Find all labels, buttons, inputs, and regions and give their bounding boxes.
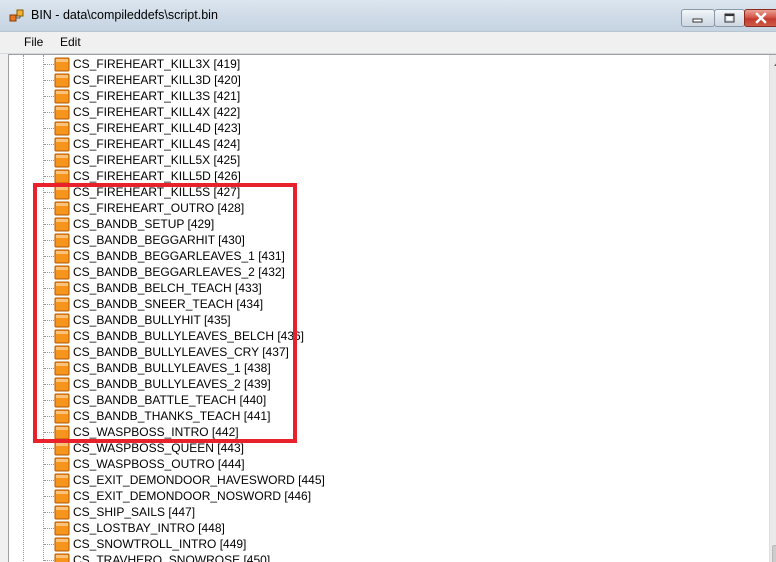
tree-node-icon [54,473,70,488]
tree-connector [44,448,54,449]
tree-item-label: CS_SHIP_SAILS [447] [73,505,196,519]
app-window: BIN - data\compileddefs\script.bin File … [0,0,776,562]
tree-guide-line [23,55,24,562]
tree-node-icon [54,137,70,152]
tree-node-icon [54,121,70,136]
tree-node-icon [54,457,70,472]
close-icon [755,12,767,24]
tree-item-label: CS_EXIT_DEMONDOOR_NOSWORD [446] [73,489,312,503]
tree-node-icon [54,169,70,184]
tree-node-icon [54,105,70,120]
highlight-rectangle [33,183,297,443]
tree-connector [44,144,54,145]
scrollbar-thumb[interactable] [772,545,776,562]
tree-item-label: CS_WASPBOSS_OUTRO [444] [73,457,245,471]
tree-connector [44,64,54,65]
tree-item-label: CS_FIREHEART_KILL3X [419] [73,57,241,71]
tree-item-label: CS_TRAVHERO_SNOWROSE [450] [73,553,271,562]
title-bar[interactable]: BIN - data\compileddefs\script.bin [0,0,776,32]
tree-item-label: CS_SNOWTROLL_INTRO [449] [73,537,247,551]
tree-item-label: CS_FIREHEART_KILL3D [420] [73,73,241,87]
tree-node-icon [54,89,70,104]
tree-item-label: CS_FIREHEART_KILL5D [426] [73,169,241,183]
menu-bar: File Edit [0,32,776,54]
tree-connector [44,496,54,497]
tree-item-label: CS_LOSTBAY_INTRO [448] [73,521,225,535]
tree-item-label: CS_EXIT_DEMONDOOR_HAVESWORD [445] [73,473,325,487]
tree-item-label: CS_FIREHEART_KILL4X [422] [73,105,241,119]
tree-node-icon [54,57,70,72]
vertical-scrollbar[interactable] [769,55,776,562]
tree-connector [44,128,54,129]
tree-connector [44,80,54,81]
tree-node-icon [54,521,70,536]
tree-item-label: CS_FIREHEART_KILL4D [423] [73,121,241,135]
tree-item-label: CS_FIREHEART_KILL3S [421] [73,89,241,103]
maximize-icon [724,13,735,23]
tree-connector [44,512,54,513]
tree-connector [44,528,54,529]
tree-node-icon [54,441,70,456]
tree-connector [44,112,54,113]
tree-connector [44,560,54,561]
tree-item-label: CS_WASPBOSS_QUEEN [443] [73,441,244,455]
tree-connector [44,160,54,161]
tree-node-icon [54,489,70,504]
close-button[interactable] [744,9,776,27]
tree-node-icon [54,73,70,88]
tree-connector [44,544,54,545]
tree-node-icon [54,153,70,168]
tree-node-icon [54,553,70,562]
tree-node-icon [54,537,70,552]
app-icon [9,9,24,22]
tree-connector [44,176,54,177]
menu-file[interactable]: File [22,35,45,49]
maximize-button[interactable] [714,9,745,27]
tree-item-label: CS_FIREHEART_KILL5X [425] [73,153,241,167]
tree-node-icon [54,505,70,520]
window-title: BIN - data\compileddefs\script.bin [31,8,218,22]
tree-connector [44,480,54,481]
tree-connector [44,96,54,97]
tree-item-label: CS_FIREHEART_KILL4S [424] [73,137,241,151]
minimize-icon [692,18,703,23]
minimize-button[interactable] [681,9,715,27]
menu-edit[interactable]: Edit [58,35,83,49]
tree-connector [44,464,54,465]
scroll-up-arrow-icon[interactable] [770,55,776,72]
